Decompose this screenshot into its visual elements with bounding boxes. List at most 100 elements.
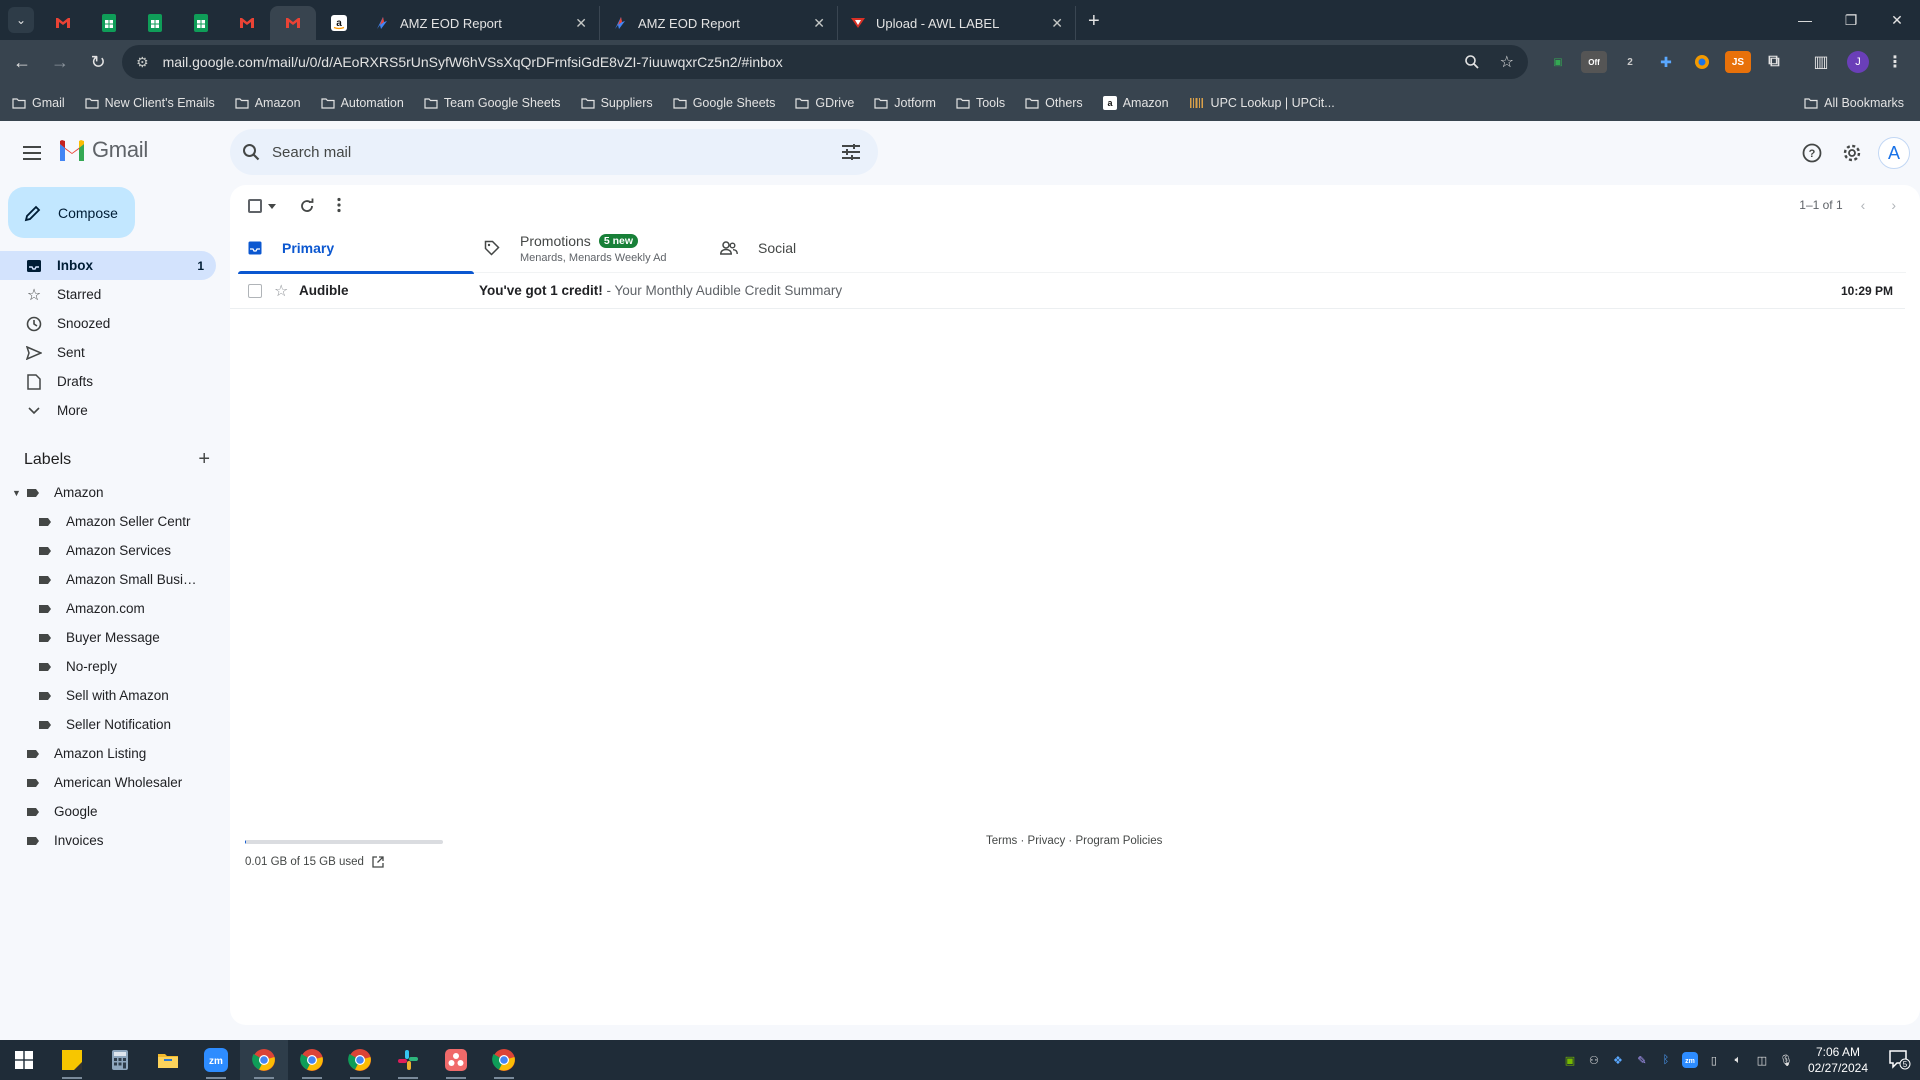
chrome-profile-avatar[interactable]: J xyxy=(1847,51,1869,73)
pinned-tab-sheets-1[interactable] xyxy=(86,6,132,40)
refresh-icon[interactable] xyxy=(298,197,316,215)
taskbar-asana-icon[interactable] xyxy=(432,1040,480,1080)
caret-down-icon[interactable] xyxy=(268,203,276,209)
tab-primary[interactable]: Primary xyxy=(238,223,474,274)
extension-green-icon[interactable]: ▣ xyxy=(1545,51,1571,73)
pinned-tab-gmail-active[interactable] xyxy=(270,6,316,40)
bookmark-folder[interactable]: Automation xyxy=(320,96,404,110)
bookmark-folder[interactable]: New Client's Emails xyxy=(85,96,215,110)
tab-close-icon[interactable]: ✕ xyxy=(1051,15,1063,32)
tab-social[interactable]: Social xyxy=(710,223,946,273)
volume-icon[interactable]: 🔈︎ xyxy=(1726,1040,1750,1080)
tab-amz-eod-report-1[interactable]: AMZ EOD Report ✕ xyxy=(362,6,600,40)
prev-page-icon[interactable]: ‹ xyxy=(1861,197,1866,213)
dropbox-icon[interactable]: ❖ xyxy=(1606,1040,1630,1080)
extension-off-icon[interactable]: Off xyxy=(1581,51,1607,73)
bookmark-folder[interactable]: Amazon xyxy=(235,96,301,110)
bookmark-folder[interactable]: Others xyxy=(1025,96,1083,110)
extension-puzzle-blue-icon[interactable]: ✚ xyxy=(1653,51,1679,73)
pinned-tab-amazon[interactable]: a xyxy=(316,6,362,40)
bookmark-folder[interactable]: Tools xyxy=(956,96,1005,110)
tab-close-icon[interactable]: ✕ xyxy=(813,15,825,32)
zoom-icon[interactable] xyxy=(1464,54,1480,70)
email-row[interactable]: ☆ Audible You've got 1 credit! - Your Mo… xyxy=(230,273,1905,309)
network-people-icon[interactable]: ⚇ xyxy=(1582,1040,1606,1080)
taskbar-calculator-icon[interactable] xyxy=(96,1040,144,1080)
bluetooth-icon[interactable]: ᛒ xyxy=(1654,1040,1678,1080)
tab-close-icon[interactable]: ✕ xyxy=(575,15,587,32)
label-item[interactable]: American Wholesaler xyxy=(0,768,216,797)
pinned-tab-gmail-2[interactable] xyxy=(224,6,270,40)
row-checkbox[interactable] xyxy=(248,283,262,298)
sidebar-item-inbox[interactable]: Inbox 1 xyxy=(0,251,216,280)
chrome-menu-icon[interactable]: ⋮ xyxy=(1882,51,1908,73)
extensions-puzzle-icon[interactable]: ⧉ xyxy=(1761,51,1787,73)
search-icon[interactable] xyxy=(242,143,260,161)
bookmark-folder[interactable]: Jotform xyxy=(874,96,936,110)
tab-amz-eod-report-2[interactable]: AMZ EOD Report ✕ xyxy=(600,6,838,40)
back-icon[interactable]: ← xyxy=(6,47,38,79)
all-bookmarks-folder[interactable]: All Bookmarks xyxy=(1804,85,1904,121)
label-item[interactable]: Amazon Seller Centr xyxy=(0,507,216,536)
bookmark-folder[interactable]: Google Sheets xyxy=(673,96,775,110)
bookmark-link[interactable]: UPC Lookup | UPCit... xyxy=(1189,96,1335,110)
label-item[interactable]: Google xyxy=(0,797,216,826)
battery-icon[interactable]: ▯ xyxy=(1702,1040,1726,1080)
bookmark-link[interactable]: a Amazon xyxy=(1102,96,1169,110)
sidebar-item-drafts[interactable]: Drafts xyxy=(0,367,216,396)
bookmark-folder[interactable]: Gmail xyxy=(12,96,65,110)
close-window-icon[interactable]: ✕ xyxy=(1874,0,1920,40)
select-all-control[interactable] xyxy=(248,199,276,213)
taskbar-file-explorer-icon[interactable] xyxy=(144,1040,192,1080)
taskbar-sticky-notes-icon[interactable] xyxy=(48,1040,96,1080)
tab-upload-awl-label[interactable]: Upload - AWL LABEL ✕ xyxy=(838,6,1076,40)
pinned-tab-gmail-1[interactable] xyxy=(40,6,86,40)
windows-start-icon[interactable] xyxy=(0,1040,48,1080)
label-item[interactable]: Sell with Amazon xyxy=(0,681,216,710)
taskbar-zoom-icon[interactable]: zm xyxy=(192,1040,240,1080)
minimize-icon[interactable]: — xyxy=(1782,0,1828,40)
taskbar-slack-icon[interactable] xyxy=(384,1040,432,1080)
system-clock[interactable]: 7:06 AM 02/27/2024 xyxy=(1808,1044,1868,1076)
gmail-logo[interactable]: Gmail xyxy=(58,137,148,163)
sidebar-item-sent[interactable]: Sent xyxy=(0,338,216,367)
pinned-tab-sheets-3[interactable] xyxy=(178,6,224,40)
bookmark-folder[interactable]: Team Google Sheets xyxy=(424,96,561,110)
bookmark-star-icon[interactable]: ☆ xyxy=(1500,52,1514,72)
account-avatar[interactable]: A xyxy=(1878,137,1910,169)
label-item[interactable]: Buyer Message xyxy=(0,623,216,652)
select-all-checkbox[interactable] xyxy=(248,199,262,213)
extension-js-icon[interactable]: JS xyxy=(1725,51,1751,73)
next-page-icon[interactable]: › xyxy=(1891,197,1896,213)
bookmark-folder[interactable]: GDrive xyxy=(795,96,854,110)
add-label-button[interactable]: + xyxy=(198,448,210,471)
wifi-network-icon[interactable]: ◫ xyxy=(1750,1040,1774,1080)
taskbar-chrome-icon[interactable] xyxy=(480,1040,528,1080)
expand-caret-icon[interactable]: ▼ xyxy=(12,488,22,498)
sidebar-item-starred[interactable]: ☆ Starred xyxy=(0,280,216,309)
microphone-icon[interactable]: 🎙︎ xyxy=(1774,1040,1798,1080)
tab-search-button[interactable]: ⌄ xyxy=(8,7,34,33)
label-item[interactable]: Seller Notification xyxy=(0,710,216,739)
side-panel-icon[interactable]: ▥ xyxy=(1808,51,1834,73)
taskbar-chrome-icon[interactable] xyxy=(288,1040,336,1080)
forward-icon[interactable]: → xyxy=(44,47,76,79)
notification-center-icon[interactable]: 5 xyxy=(1880,1040,1920,1080)
footer-links[interactable]: Terms · Privacy · Program Policies xyxy=(986,835,1162,847)
tab-promotions[interactable]: Promotions 5 new Menards, Menards Weekly… xyxy=(474,223,710,273)
taskbar-chrome-icon[interactable] xyxy=(336,1040,384,1080)
label-item[interactable]: Amazon Listing xyxy=(0,739,216,768)
label-item[interactable]: Invoices xyxy=(0,826,216,855)
reload-icon[interactable]: ↻ xyxy=(82,47,114,79)
help-icon[interactable]: ? xyxy=(1792,133,1832,173)
settings-gear-icon[interactable] xyxy=(1832,133,1872,173)
zoom-tray-icon[interactable]: zm xyxy=(1678,1040,1702,1080)
label-item[interactable]: Amazon.com xyxy=(0,594,216,623)
label-item[interactable]: ▼ Amazon xyxy=(0,478,216,507)
nvidia-icon[interactable]: ▣ xyxy=(1558,1040,1582,1080)
search-options-icon[interactable] xyxy=(842,144,860,160)
pinned-tab-sheets-2[interactable] xyxy=(132,6,178,40)
extension-orange-circle-icon[interactable] xyxy=(1689,51,1715,73)
sidebar-item-more[interactable]: More xyxy=(0,396,216,425)
bookmark-folder[interactable]: Suppliers xyxy=(580,96,653,110)
